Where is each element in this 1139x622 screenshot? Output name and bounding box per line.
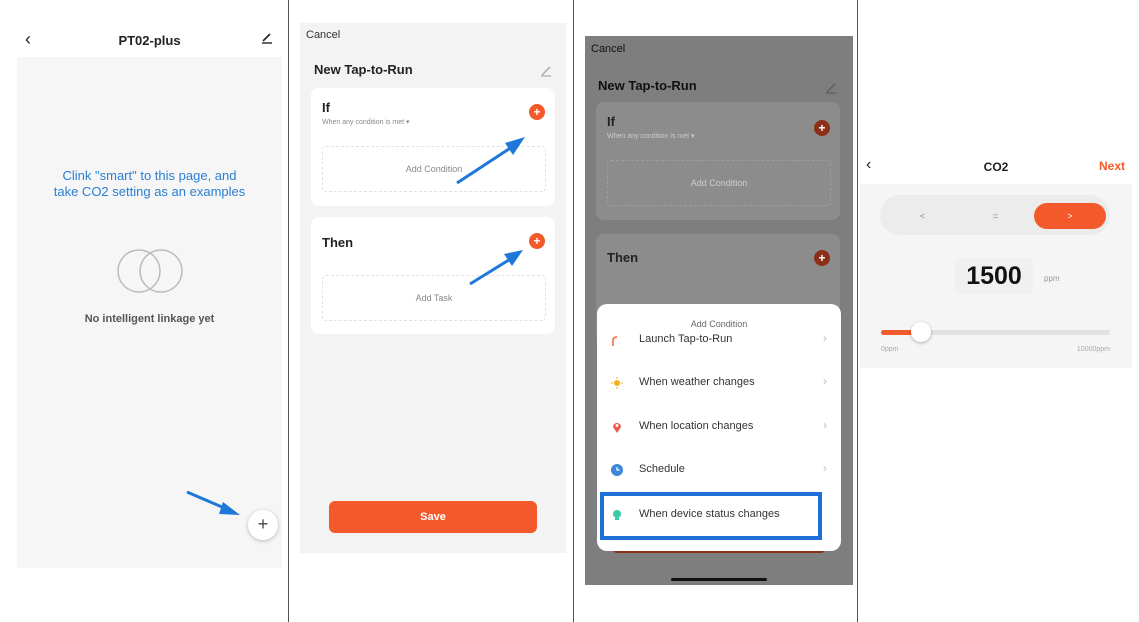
clock-icon xyxy=(611,464,623,476)
greater-than-option[interactable]: > xyxy=(1034,203,1106,229)
save-button[interactable]: Save xyxy=(329,501,537,533)
chevron-right-icon: › xyxy=(823,461,827,475)
add-task-plus-icon[interactable]: + xyxy=(814,250,830,266)
threshold-value[interactable]: 1500 xyxy=(955,258,1033,294)
condition-label: Launch Tap-to-Run xyxy=(639,333,733,345)
pointer-arrow-icon xyxy=(469,250,523,286)
slider-fill xyxy=(881,330,915,335)
next-button[interactable]: Next xyxy=(1099,159,1125,173)
hint-line: Clink "smart" to this page, and xyxy=(62,168,237,183)
condition-launch-tap-to-run[interactable]: Launch Tap-to-Run › xyxy=(597,320,841,364)
scene-title: New Tap-to-Run xyxy=(598,78,697,93)
condition-mode-dropdown[interactable]: When any condition is met ▾ xyxy=(322,118,410,126)
if-title: If xyxy=(607,114,615,129)
tap-icon xyxy=(612,336,618,346)
less-than-option[interactable]: < xyxy=(890,203,955,229)
sun-icon xyxy=(611,377,623,389)
empty-rings-icon xyxy=(117,249,183,293)
divider xyxy=(857,0,858,622)
condition-label: Schedule xyxy=(639,463,685,475)
chevron-right-icon: › xyxy=(823,374,827,388)
hint-text: Clink "smart" to this page, and take CO2… xyxy=(37,168,262,200)
if-title: If xyxy=(322,100,330,115)
range-max-label: 10000ppm xyxy=(1076,346,1110,353)
pencil-icon[interactable] xyxy=(825,82,837,94)
then-title: Then xyxy=(607,250,639,265)
condition-weather[interactable]: When weather changes › xyxy=(597,363,841,407)
add-scene-button[interactable]: + xyxy=(248,510,278,540)
divider xyxy=(573,0,574,622)
chevron-right-icon: › xyxy=(823,331,827,345)
range-min-label: 0ppm xyxy=(881,346,899,353)
panel-new-tap-to-run: Cancel New Tap-to-Run If When any condit… xyxy=(300,23,566,553)
condition-location[interactable]: When location changes › xyxy=(597,407,841,451)
page-title: PT02-plus xyxy=(118,33,181,48)
add-task-plus-icon[interactable]: + xyxy=(529,233,545,249)
condition-schedule[interactable]: Schedule › xyxy=(597,450,841,494)
cancel-button[interactable]: Cancel xyxy=(591,43,625,55)
divider xyxy=(288,0,289,622)
highlight-box xyxy=(600,492,822,540)
empty-state-text: No intelligent linkage yet xyxy=(84,313,215,325)
pencil-icon[interactable] xyxy=(540,65,552,77)
header: ‹ CO2 Next xyxy=(860,150,1132,184)
condition-label: When location changes xyxy=(639,420,754,432)
chevron-right-icon: › xyxy=(823,418,827,432)
then-title: Then xyxy=(322,235,354,250)
pointer-arrow-icon xyxy=(186,490,240,515)
if-card: If When any condition is met ▾ + Add Con… xyxy=(596,102,840,220)
home-indicator xyxy=(671,578,767,581)
header: ‹ PT02-plus xyxy=(17,23,282,57)
panel-smart-empty: ‹ PT02-plus Clink "smart" to this page, … xyxy=(17,23,282,568)
unit-label: ppm xyxy=(1044,274,1060,283)
panel-co2-setting: ‹ CO2 Next < = > 1500 ppm 0ppm 10000ppm xyxy=(860,150,1132,368)
hint-line: take CO2 setting as an examples xyxy=(53,184,246,199)
pencil-icon[interactable] xyxy=(260,31,274,48)
add-condition-box[interactable]: Add Condition xyxy=(607,160,831,206)
scene-title: New Tap-to-Run xyxy=(314,62,413,77)
slider-handle[interactable] xyxy=(911,322,931,342)
add-condition-plus-icon[interactable]: + xyxy=(529,104,545,120)
add-condition-plus-icon[interactable]: + xyxy=(814,120,830,136)
condition-label: When weather changes xyxy=(639,376,755,388)
cancel-button[interactable]: Cancel xyxy=(306,29,340,41)
page-title: CO2 xyxy=(983,160,1009,174)
condition-mode-dropdown[interactable]: When any condition is met ▾ xyxy=(607,132,695,140)
location-pin-icon xyxy=(613,423,621,433)
equal-option[interactable]: = xyxy=(963,203,1028,229)
comparison-segmented-control: < = > xyxy=(880,195,1110,235)
pointer-arrow-icon xyxy=(456,137,525,185)
